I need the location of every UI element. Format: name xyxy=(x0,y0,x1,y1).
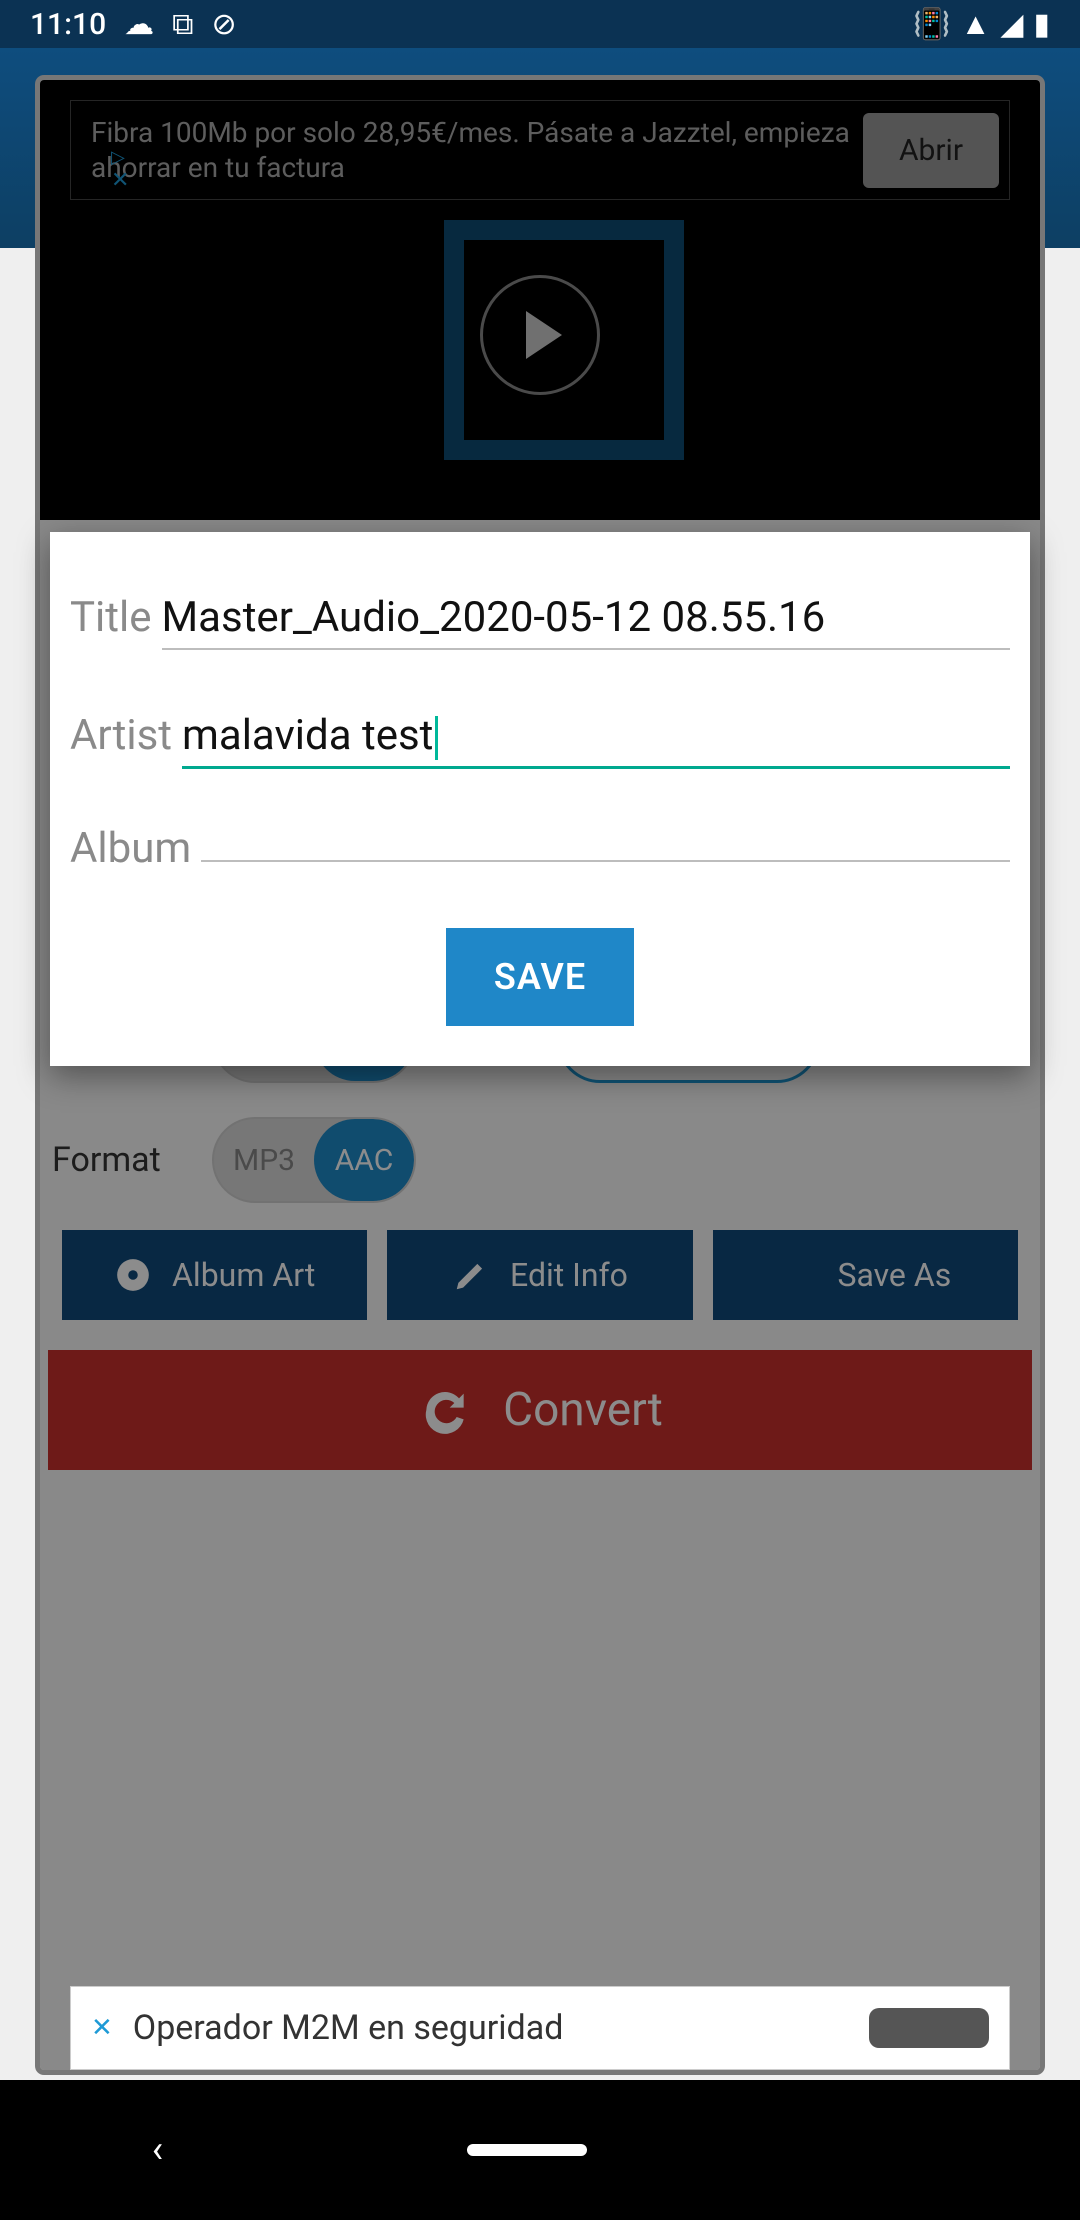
bottom-ad-text: Operador M2M en seguridad xyxy=(133,2008,564,2048)
ad-close-icon[interactable]: ✕ xyxy=(91,2013,113,2043)
title-value: Master_Audio_2020-05-12 08.55.16 xyxy=(162,593,826,642)
box-icon: ⧉ xyxy=(172,7,193,42)
save-button[interactable]: SAVE xyxy=(446,928,634,1026)
battery-icon: ▮ xyxy=(1033,7,1050,42)
album-field-label: Album xyxy=(70,824,191,873)
back-button[interactable]: ‹ xyxy=(152,2128,163,2172)
wifi-icon: ▲ xyxy=(961,7,991,42)
status-bar: 11:10 ☁ ⧉ ⊘ 📳 ▲ ◢ ▮ xyxy=(0,0,1080,48)
artist-input[interactable]: malavida test xyxy=(182,705,1010,769)
cell-icon: ◢ xyxy=(1000,7,1023,42)
main-card: ▷ ✕ Fibra 100Mb por solo 28,95€/mes. Pás… xyxy=(40,80,1040,2070)
artist-value: malavida test xyxy=(182,711,433,760)
text-cursor xyxy=(435,716,438,760)
album-input[interactable] xyxy=(201,848,1010,862)
modal-scrim[interactable] xyxy=(40,80,1040,2070)
system-nav-bar: ‹ xyxy=(0,2080,1080,2220)
title-input[interactable]: Master_Audio_2020-05-12 08.55.16 xyxy=(162,587,1011,650)
banner-ad-bottom[interactable]: ✕ Operador M2M en seguridad xyxy=(70,1986,1010,2070)
dnd-icon: ⊘ xyxy=(212,7,237,42)
status-time: 11:10 xyxy=(30,7,106,42)
title-field-label: Title xyxy=(70,593,152,642)
edit-info-dialog: Title Master_Audio_2020-05-12 08.55.16 A… xyxy=(50,532,1030,1066)
vibrate-icon: 📳 xyxy=(913,7,950,42)
cloud-icon: ☁ xyxy=(124,7,154,42)
home-button[interactable] xyxy=(467,2144,587,2156)
artist-field-label: Artist xyxy=(70,711,172,760)
bottom-ad-cta[interactable] xyxy=(869,2008,989,2048)
